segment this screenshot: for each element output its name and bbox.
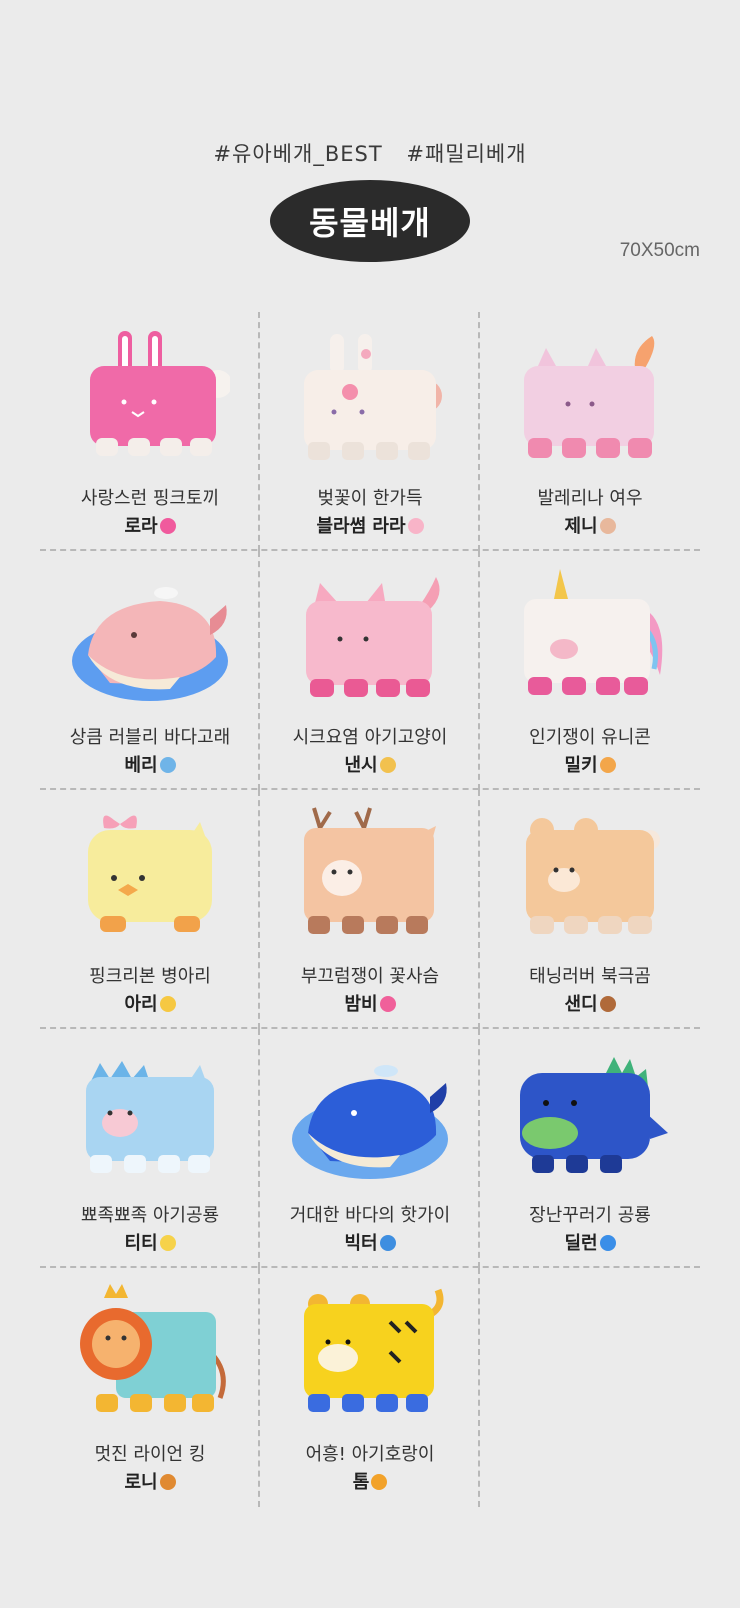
tiger-pillow-image (304, 1288, 444, 1412)
pink-rabbit-pillow-image (90, 331, 230, 456)
product-name: 밤비 (260, 990, 480, 1016)
ballerina-fox-pillow-image (524, 336, 655, 458)
product-name: 빅터 (260, 1229, 480, 1255)
blue-whale-pillow-image (292, 1065, 448, 1179)
whale-sparkles-icon (159, 757, 176, 773)
product-tagline: 핑크리본 병아리 (89, 966, 211, 987)
chick-pillow-image (88, 815, 212, 932)
product-tagline: 거대한 바다의 핫가이 (289, 1205, 451, 1226)
cat-face-icon (379, 757, 396, 773)
blue-heart-icon (599, 1235, 616, 1251)
teddy-bear-icon (599, 996, 616, 1012)
product-tagline: 부끄럼쟁이 꽃사슴 (300, 966, 440, 987)
blossom-rabbit-pillow-image (304, 334, 442, 460)
product-tagline: 발레리나 여우 (537, 488, 643, 509)
blue-dinosaur-pillow-image (520, 1057, 668, 1173)
unicorn-pillow-image (524, 569, 663, 695)
heart-smile-icon (379, 996, 396, 1012)
product-card-bambi[interactable]: 부끄럼쟁이 꽃사슴 밤비 (260, 790, 480, 1029)
product-tagline: 어흥! 아기호랑이 (305, 1444, 435, 1465)
product-row: 뾰족뾰족 아기공룡 티티 거대한 바다의 핫가이 빅터 장난꾸러기 공룡 딜런 (40, 1029, 700, 1268)
product-name: 블라썸 라라 (260, 512, 480, 538)
product-card-titi[interactable]: 뾰족뾰족 아기공룡 티티 (40, 1029, 260, 1268)
product-tagline: 상큼 러블리 바다고래 (69, 727, 231, 748)
product-name: 로니 (40, 1468, 260, 1494)
product-tagline: 벚꽃이 한가득 (317, 488, 423, 509)
product-name: 샌디 (480, 990, 700, 1016)
product-tagline: 인기쟁이 유니콘 (529, 727, 651, 748)
deer-pillow-image (304, 807, 436, 934)
hashtag-family: #패밀리베개 (406, 142, 527, 166)
product-card-lora[interactable]: 사랑스런 핑크토끼 로라 (40, 312, 260, 551)
product-name: 티티 (40, 1229, 260, 1255)
product-tagline: 사랑스런 핑크토끼 (80, 488, 220, 509)
pink-whale-pillow-image (72, 587, 228, 701)
pink-cat-pillow-image (306, 577, 440, 697)
product-name: 밀키 (480, 751, 700, 777)
category-title: 동물베개 (309, 204, 431, 242)
product-card-dylan[interactable]: 장난꾸러기 공룡 딜런 (480, 1029, 700, 1268)
product-card-milky[interactable]: 인기쟁이 유니콘 밀키 (480, 551, 700, 790)
product-row: 핑크리본 병아리 아리 부끄럼쟁이 꽃사슴 밤비 태닝러버 북극곰 샌디 (40, 790, 700, 1029)
product-name: 아리 (40, 990, 260, 1016)
product-row: 상큼 러블리 바다고래 베리 시크요염 아기고양이 낸시 인기쟁이 유니콘 밀키 (40, 551, 700, 790)
hashtag-best: #유아베개_BEST (213, 142, 383, 166)
baby-chick-icon (159, 996, 176, 1012)
product-tagline: 뾰족뾰족 아기공룡 (80, 1205, 220, 1226)
product-card-blossom-lala[interactable]: 벚꽃이 한가득 블라썸 라라 (260, 312, 480, 551)
sparkles-icon (159, 1235, 176, 1251)
product-tagline: 태닝러버 북극곰 (529, 966, 651, 987)
product-name: 제니 (480, 512, 700, 538)
product-card-tom[interactable]: 어흥! 아기호랑이 톰 (260, 1268, 480, 1507)
party-popper-icon (599, 757, 616, 773)
product-row: 사랑스런 핑크토끼 로라 벚꽃이 한가득 블라썸 라라 발레리나 여우 제니 (40, 312, 700, 551)
product-card-jenny[interactable]: 발레리나 여우 제니 (480, 312, 700, 551)
product-card-ari[interactable]: 핑크리본 병아리 아리 (40, 790, 260, 1029)
product-row: 멋진 라이언 킹 로니 어흥! 아기호랑이 톰 (40, 1268, 700, 1507)
triceratops-pillow-image (86, 1061, 214, 1173)
lion-face-icon (159, 1474, 176, 1490)
empty-grid-cell (480, 1268, 700, 1507)
product-name: 딜런 (480, 1229, 700, 1255)
product-name: 베리 (40, 751, 260, 777)
tiger-face-icon (371, 1474, 388, 1490)
product-card-nancy[interactable]: 시크요염 아기고양이 낸시 (260, 551, 480, 790)
product-card-berry[interactable]: 상큼 러블리 바다고래 베리 (40, 551, 260, 790)
sparkling-heart-icon (159, 518, 176, 534)
product-name: 로라 (40, 512, 260, 538)
product-name: 톰 (260, 1468, 480, 1494)
polar-bear-pillow-image (526, 818, 660, 934)
lion-pillow-image (80, 1284, 226, 1412)
product-tagline: 멋진 라이언 킹 (94, 1444, 206, 1465)
product-card-victor[interactable]: 거대한 바다의 핫가이 빅터 (260, 1029, 480, 1268)
product-tagline: 시크요염 아기고양이 (292, 727, 448, 748)
product-tagline: 장난꾸러기 공룡 (529, 1205, 651, 1226)
size-label: 70X50cm (619, 240, 700, 261)
cherry-blossom-icon (407, 518, 424, 534)
hashtag-line: #유아베개_BEST #패밀리베개 (0, 138, 740, 168)
whale-wave-icon (379, 1235, 396, 1251)
product-card-roni[interactable]: 멋진 라이언 킹 로니 (40, 1268, 260, 1507)
product-card-sandy[interactable]: 태닝러버 북극곰 샌디 (480, 790, 700, 1029)
product-name: 낸시 (260, 751, 480, 777)
category-title-badge: 동물베개 (270, 180, 470, 262)
ballet-shoes-icon (599, 518, 616, 534)
product-grid: 사랑스런 핑크토끼 로라 벚꽃이 한가득 블라썸 라라 발레리나 여우 제니 상… (40, 312, 700, 1507)
